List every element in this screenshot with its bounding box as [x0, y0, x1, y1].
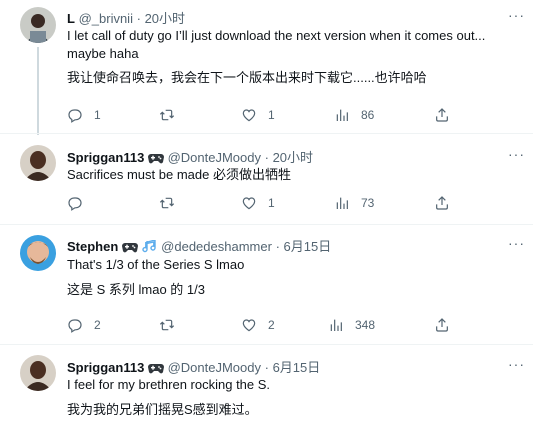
user-handle[interactable]: @dededeshammer	[161, 239, 272, 254]
display-name[interactable]: L	[67, 11, 75, 26]
reply-button[interactable]	[67, 195, 94, 211]
tweet-4[interactable]: Spriggan113 @DonteJMoody · 6月15日 ··· I f…	[0, 345, 533, 425]
views-button[interactable]: 348	[328, 317, 375, 333]
avatar[interactable]	[20, 235, 56, 271]
reply-button[interactable]: 1	[67, 107, 101, 123]
retweet-icon	[159, 109, 175, 121]
display-name[interactable]: Stephen	[67, 239, 118, 254]
tweet-header: Spriggan113 @DonteJMoody · 6月15日	[67, 357, 320, 377]
tweet-text: I feel for my brethren rocking the S.	[67, 377, 271, 392]
share-icon	[436, 108, 448, 122]
view-count: 86	[361, 108, 375, 122]
timestamp[interactable]: 6月15日	[273, 360, 321, 375]
translated-text: 我为我的兄弟们摇晃S感到难过。	[67, 402, 258, 417]
share-icon	[436, 318, 448, 332]
heart-icon	[242, 197, 256, 210]
reply-icon	[68, 109, 82, 123]
reply-icon	[68, 319, 82, 333]
reply-count: 1	[94, 108, 101, 122]
heart-icon	[242, 319, 256, 332]
view-count: 73	[361, 196, 375, 210]
reply-count: 2	[94, 318, 101, 332]
action-bar: 2 2 348	[67, 317, 450, 335]
share-icon	[436, 196, 448, 210]
timestamp[interactable]: 6月15日	[284, 239, 332, 254]
tweet-text: I let call of duty go I’ll just download…	[67, 28, 486, 61]
more-options-icon[interactable]: ···	[508, 146, 525, 162]
share-button[interactable]	[434, 195, 450, 211]
more-options-icon[interactable]: ···	[508, 235, 525, 251]
like-count: 2	[268, 318, 275, 332]
action-bar: 1 1 86	[67, 107, 450, 125]
tweet-1[interactable]: L @_brivnii · 20小时 ··· I let call of dut…	[0, 0, 533, 135]
translated-text: 我让使命召唤去，我会在下一个版本出来时下载它......也许哈哈	[67, 70, 427, 85]
share-button[interactable]	[434, 317, 450, 333]
view-count: 348	[355, 318, 376, 332]
separator-dot: ·	[136, 11, 141, 26]
retweet-button[interactable]	[159, 195, 186, 211]
reply-icon	[68, 197, 82, 211]
separator-dot: ·	[275, 239, 280, 254]
tweet-3[interactable]: Stephen @dededeshammer · 6月15日 ··· That'…	[0, 225, 533, 344]
more-options-icon[interactable]: ···	[508, 356, 525, 372]
music-notes-emoji	[141, 239, 158, 256]
timestamp[interactable]: 20小时	[273, 150, 313, 165]
timestamp[interactable]: 20小时	[145, 11, 185, 26]
tweet-2[interactable]: Spriggan113 @DonteJMoody · 20小时 ··· Sacr…	[0, 134, 533, 224]
views-chart-icon	[336, 109, 348, 121]
like-button[interactable]: 2	[241, 317, 275, 333]
display-name[interactable]: Spriggan113	[67, 360, 144, 375]
separator-dot: ·	[264, 150, 269, 165]
retweet-button[interactable]	[159, 107, 186, 123]
separator-dot: ·	[264, 360, 269, 375]
heart-icon	[242, 109, 256, 122]
views-button[interactable]: 73	[334, 195, 374, 211]
retweet-icon	[159, 197, 175, 209]
tweet-text: Sacrifices must be made 必须做出牺牲	[67, 167, 291, 182]
game-controller-emoji	[147, 152, 164, 167]
user-handle[interactable]: @_brivnii	[79, 11, 133, 26]
display-name[interactable]: Spriggan113	[67, 150, 144, 165]
like-count: 1	[268, 196, 275, 210]
avatar[interactable]	[20, 7, 56, 43]
share-button[interactable]	[434, 107, 450, 123]
game-controller-emoji	[121, 241, 138, 256]
tweet-text: That's 1/3 of the Series S lmao	[67, 257, 245, 272]
user-handle[interactable]: @DonteJMoody	[168, 150, 261, 165]
avatar[interactable]	[20, 145, 56, 181]
avatar[interactable]	[20, 355, 56, 391]
tweet-header: Stephen @dededeshammer · 6月15日	[67, 236, 331, 256]
views-button[interactable]: 86	[334, 107, 374, 123]
like-button[interactable]: 1	[241, 107, 275, 123]
tweet-header: L @_brivnii · 20小时	[67, 8, 185, 27]
like-count: 1	[268, 108, 275, 122]
views-chart-icon	[330, 319, 342, 331]
more-options-icon[interactable]: ···	[508, 7, 525, 23]
action-bar: 1 73	[67, 195, 450, 213]
retweet-icon	[159, 319, 175, 331]
user-handle[interactable]: @DonteJMoody	[168, 360, 261, 375]
tweet-header: Spriggan113 @DonteJMoody · 20小时	[67, 147, 313, 167]
reply-button[interactable]: 2	[67, 317, 101, 333]
views-chart-icon	[336, 197, 348, 209]
translated-text: 这是 S 系列 lmao 的 1/3	[67, 282, 205, 297]
like-button[interactable]: 1	[241, 195, 275, 211]
game-controller-emoji	[147, 362, 164, 377]
retweet-button[interactable]	[159, 317, 186, 333]
thread-line	[37, 47, 39, 135]
